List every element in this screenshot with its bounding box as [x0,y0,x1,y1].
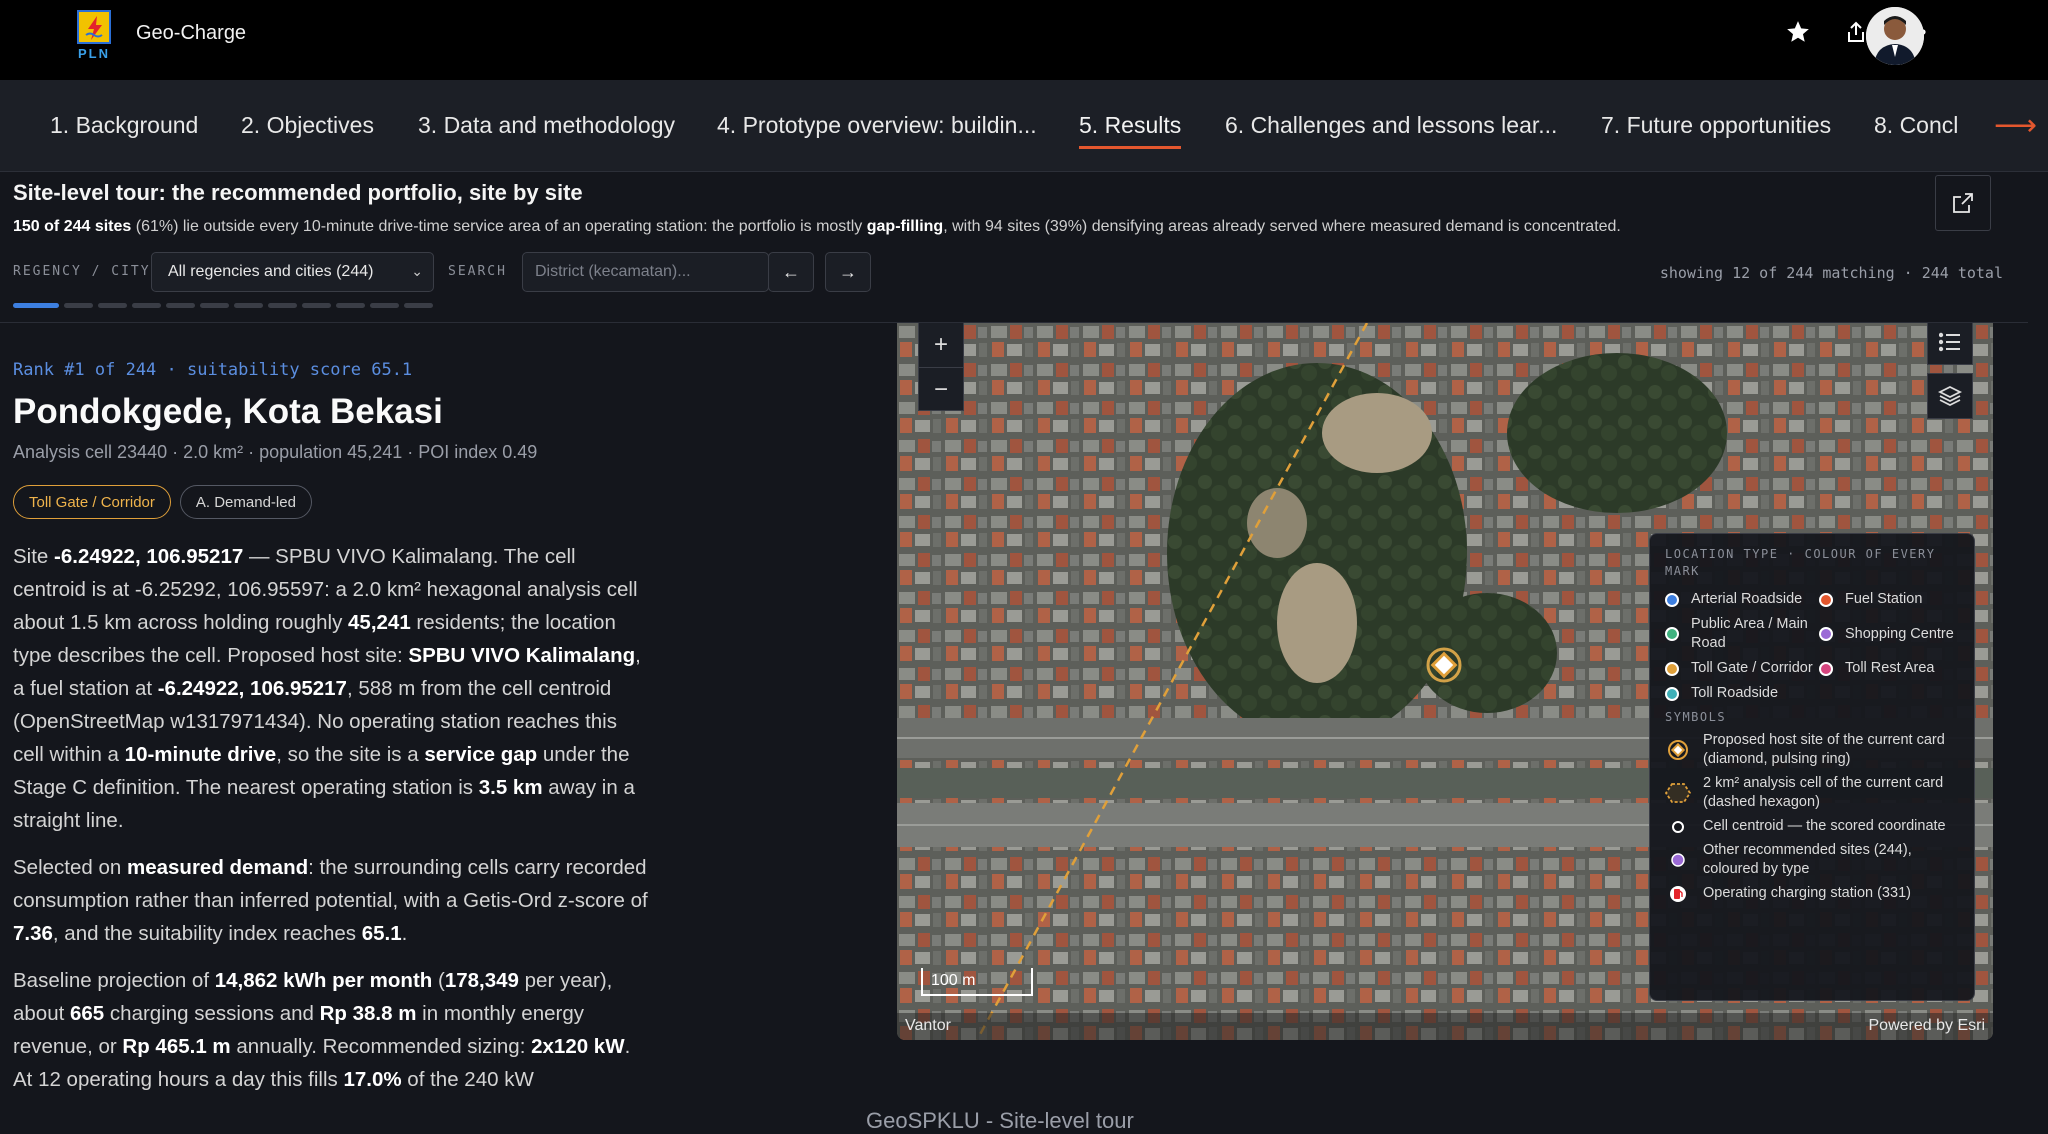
next-site-button[interactable]: → [825,252,871,292]
prev-site-button[interactable]: ← [768,252,814,292]
diamond-ring-icon [1668,740,1688,760]
layers-button[interactable] [1927,373,1973,419]
tab-challenges[interactable]: 6. Challenges and lessons lear... [1225,112,1557,139]
section-tabs: 1. Background 2. Objectives 3. Data and … [0,80,2048,172]
open-external-button[interactable] [1935,175,1991,231]
color-dot-icon [1665,661,1679,676]
site-paragraph-location: Site -6.24922, 106.95217 — SPBU VIVO Kal… [13,545,641,832]
tab-future-opportunities[interactable]: 7. Future opportunities [1601,112,1831,139]
site-description: Site -6.24922, 106.95217 — SPBU VIVO Kal… [13,540,653,1110]
section-summary: 150 of 244 sites (61%) lie outside every… [13,218,1621,235]
legend-type-label: Toll Roadside [1691,685,1779,701]
regency-label: REGENCY / CITY [13,264,151,279]
layers-icon [1938,385,1962,407]
pager-dot[interactable] [200,303,229,308]
legend-symbol-centroid: Cell centroid — the scored coordinate [1665,817,1959,836]
star-icon[interactable] [1784,18,1812,46]
footer-caption: GeoSPKLU - Site-level tour [866,1108,1134,1133]
attribution-bar [897,1013,1993,1040]
centroid-circle-icon [1672,820,1684,833]
pager-dot[interactable] [98,303,127,308]
dashed-hexagon-icon [1665,783,1691,803]
legend-symbol-other-sites: Other recommended sites (244), coloured … [1665,841,1959,879]
site-name: Pondokgede, Kota Bekasi [13,392,443,431]
district-search-input[interactable] [522,252,769,292]
tab-background[interactable]: 1. Background [50,112,198,139]
tabs-scroll-right-icon[interactable]: ⟶ [1994,108,2037,143]
charging-station-icon [1670,885,1686,902]
esri-attribution[interactable]: Powered by Esri [1869,1017,1986,1035]
pager-dot[interactable] [404,303,433,308]
site-paragraph-demand: Selected on measured demand: the surroun… [13,856,648,945]
site-rank: Rank #1 of 244 · suitability score 65.1 [13,360,413,380]
legend-type-item: Toll Rest Area [1819,659,1969,678]
legend-type-label: Public Area / Main Road [1691,616,1808,651]
section-title: Site-level tour: the recommended portfol… [13,180,583,205]
site-meta: Analysis cell 23440 · 2.0 km² · populati… [13,442,538,462]
zoom-out-button[interactable]: − [919,367,963,411]
filter-row: REGENCY / CITY All regencies and cities … [13,252,2003,292]
tab-results[interactable]: 5. Results [1079,112,1182,149]
external-link-icon [1953,193,1973,213]
legend-type-item: Toll Roadside [1665,684,1819,703]
legend-header-location-type: LOCATION TYPE · COLOUR OF EVERY MARK [1665,547,1936,578]
zoom-in-button[interactable]: + [919,323,963,367]
legend-type-item: Fuel Station [1819,590,1969,609]
site-map[interactable]: + − LOCATION TYPE · COLOUR OF EVERY MARK… [897,323,1993,1040]
legend-type-label: Shopping Centre [1845,625,1954,642]
color-dot-icon [1819,592,1833,607]
color-dot-icon [1665,686,1679,701]
pager-dot[interactable] [302,303,331,308]
pager-dot[interactable] [234,303,263,308]
imagery-attribution: Vantor [905,1017,951,1034]
map-legend: LOCATION TYPE · COLOUR OF EVERY MARK Art… [1649,533,1975,1001]
pager-dot[interactable] [166,303,195,308]
tab-data-methodology[interactable]: 3. Data and methodology [418,112,675,139]
pager-dot[interactable] [268,303,297,308]
legend-type-label: Toll Rest Area [1845,660,1935,676]
regency-select[interactable]: All regencies and cities (244) ⌄ [151,252,434,292]
pln-logo: PLN [74,10,114,61]
zoom-control: + − [918,323,964,411]
result-count: showing 12 of 244 matching · 244 total [1659,264,2003,282]
legend-symbol-analysis-cell: 2 km² analysis cell of the current card … [1665,774,1959,812]
legend-type-item: Shopping Centre [1819,615,1969,653]
user-avatar[interactable] [1866,7,1924,65]
legend-header-symbols: SYMBOLS [1665,710,1727,724]
card-pager [13,303,433,308]
pager-dot[interactable] [336,303,365,308]
tab-conclusion[interactable]: 8. Concl [1874,112,1974,139]
legend-type-label: Fuel Station [1845,591,1923,607]
color-dot-icon [1819,627,1833,641]
legend-symbol-host-site: Proposed host site of the current card (… [1665,731,1959,769]
pager-dot[interactable] [132,303,161,308]
app-title: Geo-Charge [136,22,247,44]
color-dot-icon [1665,627,1679,641]
legend-symbol-operating-station: Operating charging station (331) [1665,884,1959,903]
pager-dot[interactable] [64,303,93,308]
legend-type-item: Arterial Roadside [1665,590,1819,609]
site-paragraph-projection: Baseline projection of 14,862 kWh per mo… [13,969,631,1091]
list-icon [1939,332,1960,352]
selection-mode-badge: A. Demand-led [179,485,312,519]
search-label: SEARCH [448,264,507,279]
color-dot-icon [1665,592,1679,607]
tab-objectives[interactable]: 2. Objectives [241,112,374,139]
map-scale-bar: 100 m [921,968,1033,996]
legend-toggle-button[interactable] [1927,323,1973,365]
color-dot-icon [1819,661,1833,676]
chevron-down-icon: ⌄ [411,263,423,279]
purple-dot-icon [1671,853,1685,867]
top-bar: PLN Geo-Charge [0,0,2048,80]
legend-type-label: Toll Gate / Corridor [1691,660,1813,676]
legend-type-item: Toll Gate / Corridor [1665,659,1819,678]
pager-dot[interactable] [370,303,399,308]
tab-prototype-overview[interactable]: 4. Prototype overview: buildin... [717,112,1037,139]
legend-type-label: Arterial Roadside [1691,591,1803,607]
legend-type-item: Public Area / Main Road [1665,615,1819,653]
pager-dot[interactable] [13,303,59,308]
location-type-badge: Toll Gate / Corridor [13,485,171,519]
